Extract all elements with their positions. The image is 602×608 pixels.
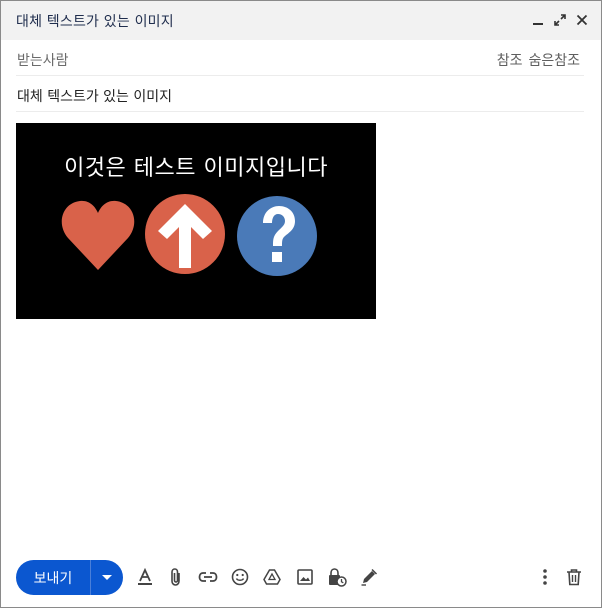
- emoji-icon: [231, 568, 249, 586]
- drive-button[interactable]: [262, 567, 282, 587]
- image-symbols: [61, 194, 317, 276]
- confidential-lock-icon: [329, 568, 347, 587]
- subject-field[interactable]: 대체 텍스트가 있는 이미지: [17, 86, 172, 106]
- minimize-button[interactable]: [531, 12, 545, 28]
- attach-button[interactable]: [166, 567, 186, 587]
- insert-link-button[interactable]: [198, 567, 218, 587]
- caret-down-icon: [102, 574, 112, 580]
- more-options-icon: [543, 569, 547, 585]
- subject-row[interactable]: 대체 텍스트가 있는 이미지: [16, 77, 584, 112]
- cc-link[interactable]: 참조: [497, 50, 523, 70]
- minimize-icon: [533, 23, 543, 25]
- formatting-button[interactable]: [135, 567, 155, 587]
- discard-draft-button[interactable]: [564, 567, 584, 587]
- window-controls: [531, 12, 589, 28]
- image-caption: 이것은 테스트 이미지입니다: [64, 156, 328, 181]
- compose-title: 대체 텍스트가 있는 이미지: [16, 14, 174, 30]
- insert-photo-button[interactable]: [295, 567, 315, 587]
- drive-icon: [263, 569, 281, 585]
- link-icon: [198, 572, 218, 582]
- close-button[interactable]: [575, 12, 589, 28]
- expand-icon: [554, 14, 566, 26]
- inline-image[interactable]: 이것은 테스트 이미지입니다: [16, 123, 376, 319]
- compose-window: 대체 텍스트가 있는 이미지 받는사람 참조 숨은참조 대체 텍스트가 있는 이…: [0, 0, 602, 608]
- send-button-group: 보내기: [16, 560, 123, 595]
- photo-icon: [297, 569, 313, 585]
- compose-titlebar[interactable]: 대체 텍스트가 있는 이미지: [1, 1, 601, 40]
- attach-icon: [171, 568, 180, 586]
- signature-button[interactable]: [359, 567, 379, 587]
- recipients-row[interactable]: 받는사람 참조 숨은참조: [16, 41, 584, 76]
- to-label[interactable]: 받는사람: [17, 50, 69, 70]
- heart-icon: [61, 200, 135, 270]
- send-button[interactable]: 보내기: [16, 560, 90, 595]
- bcc-link[interactable]: 숨은참조: [528, 50, 580, 70]
- confidential-mode-button[interactable]: [327, 567, 347, 587]
- compose-toolbar: 보내기: [1, 555, 601, 599]
- cc-bcc-links: 참조 숨은참조: [497, 50, 580, 70]
- question-mark-icon: [237, 196, 317, 276]
- more-options-button[interactable]: [535, 567, 555, 587]
- signature-pen-icon: [361, 568, 378, 586]
- message-body[interactable]: 이것은 테스트 이미지입니다: [16, 123, 588, 543]
- send-options-button[interactable]: [91, 560, 123, 595]
- up-arrow-icon: [145, 194, 225, 274]
- trash-icon: [567, 569, 581, 586]
- emoji-button[interactable]: [230, 567, 250, 587]
- text-format-icon: [138, 568, 152, 585]
- popout-button[interactable]: [553, 12, 567, 28]
- close-icon: [576, 14, 588, 26]
